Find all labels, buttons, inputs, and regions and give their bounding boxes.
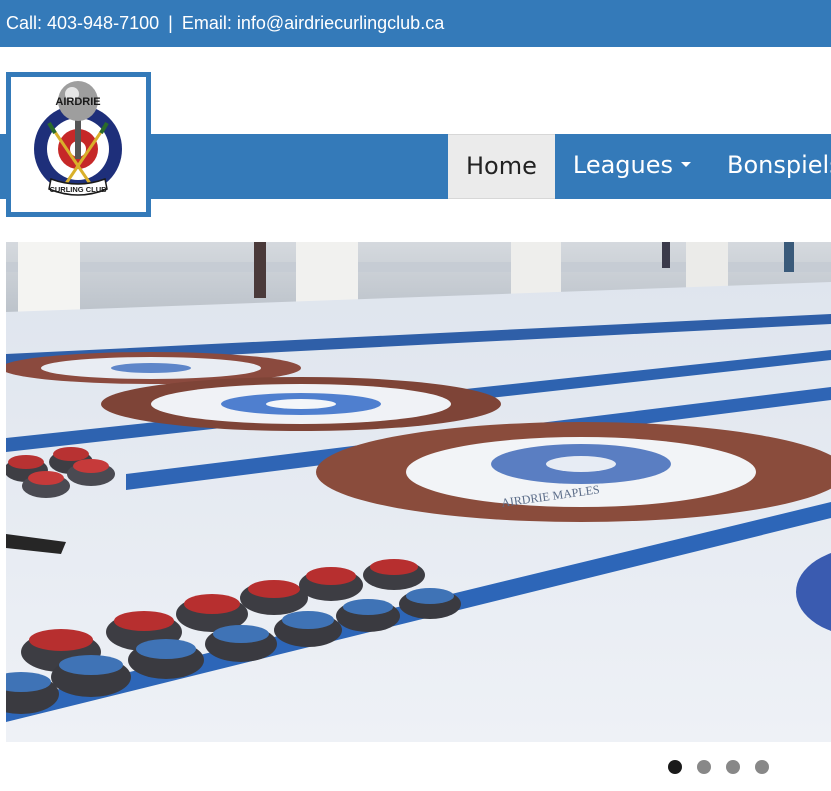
carousel-dot-2[interactable]	[697, 760, 711, 774]
site-logo[interactable]: AIRDRIE CURLING CLUB	[6, 72, 151, 217]
curling-club-logo-icon: AIRDRIE CURLING CLUB	[34, 81, 122, 196]
email-link[interactable]: Email: info@airdriecurlingclub.ca	[182, 13, 444, 33]
carousel-dot-4[interactable]	[755, 760, 769, 774]
nav-item-bonspiels[interactable]: Bonspiels	[709, 134, 831, 199]
contact-separator: |	[168, 13, 173, 33]
caret-down-icon	[681, 162, 692, 167]
main-nav: Home Leagues Bonspiels	[448, 134, 831, 199]
curling-rink-image: AIRDRIE MAPLES	[6, 242, 831, 742]
logo-bottom-text: CURLING CLUB	[49, 185, 107, 194]
nav-item-leagues[interactable]: Leagues	[555, 134, 709, 199]
contact-bar: Call: 403-948-7100 | Email: info@airdrie…	[0, 0, 831, 47]
nav-item-bonspiels-label: Bonspiels	[727, 151, 831, 179]
phone-text[interactable]: Call: 403-948-7100	[6, 13, 159, 33]
nav-item-home[interactable]: Home	[448, 134, 555, 199]
nav-item-leagues-label: Leagues	[572, 151, 674, 179]
carousel-indicators	[668, 760, 784, 774]
nav-item-home-label: Home	[466, 152, 537, 180]
carousel-dot-1[interactable]	[668, 760, 682, 774]
carousel-dot-3[interactable]	[726, 760, 740, 774]
hero-slider[interactable]: AIRDRIE MAPLES	[6, 242, 831, 742]
logo-top-text: AIRDRIE	[55, 96, 100, 108]
